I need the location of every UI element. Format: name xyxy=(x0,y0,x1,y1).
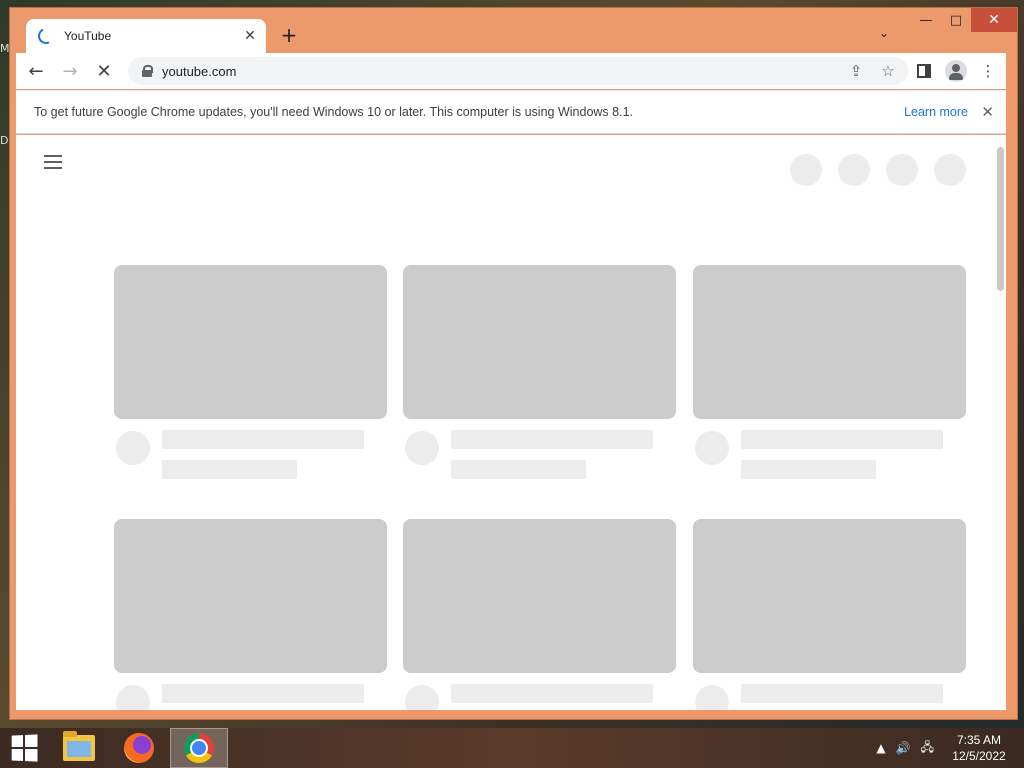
channel-avatar-placeholder xyxy=(116,685,150,710)
browser-toolbar: ← → ✕ youtube.com ⇪ ☆ ⋮ xyxy=(16,53,1006,89)
header-placeholder-circle xyxy=(838,154,870,186)
video-card-skeleton xyxy=(403,519,676,710)
back-button[interactable]: ← xyxy=(22,57,50,85)
windows-logo-icon xyxy=(11,734,38,762)
thumbnail-placeholder xyxy=(403,265,676,419)
channel-avatar-placeholder xyxy=(405,431,439,465)
infobar-close-icon[interactable]: ✕ xyxy=(981,103,994,121)
thumbnail-placeholder xyxy=(403,519,676,673)
start-button[interactable] xyxy=(0,728,48,768)
title-placeholder xyxy=(741,684,943,703)
update-infobar: To get future Google Chrome updates, you… xyxy=(16,90,1006,134)
clock-time: 7:35 AM xyxy=(956,733,1002,747)
network-icon[interactable]: 🖧 xyxy=(921,738,934,759)
title-placeholder xyxy=(162,684,364,703)
title-placeholder xyxy=(741,430,943,449)
thumbnail-placeholder xyxy=(114,265,387,419)
chrome-menu-button[interactable]: ⋮ xyxy=(976,57,1000,85)
video-card-skeleton xyxy=(403,265,676,479)
browser-window: YouTube ✕ + ⌄ — □ ✕ ← → ✕ youtube.com ⇪ … xyxy=(10,8,1017,719)
side-panel-button[interactable] xyxy=(912,57,936,85)
taskbar-firefox[interactable] xyxy=(110,728,168,768)
new-tab-button[interactable]: + xyxy=(278,25,300,47)
file-explorer-icon xyxy=(63,731,95,761)
infobar-message: To get future Google Chrome updates, you… xyxy=(34,105,633,119)
video-card-skeleton xyxy=(693,265,966,479)
header-placeholders xyxy=(790,154,966,186)
profile-avatar-icon xyxy=(945,60,967,82)
stop-loading-button[interactable]: ✕ xyxy=(90,57,118,85)
url-text[interactable]: youtube.com xyxy=(162,64,236,79)
show-hidden-icons-icon[interactable]: ▲ xyxy=(876,741,885,755)
channel-avatar-placeholder xyxy=(405,685,439,710)
tab-title: YouTube xyxy=(64,29,112,43)
scrollbar-thumb[interactable] xyxy=(997,147,1004,291)
taskbar: ▲ 🔊 🖧 7:35 AM 12/5/2022 xyxy=(0,728,1024,768)
page-scrollbar[interactable] xyxy=(994,135,1006,710)
toolbar-actions: ⋮ xyxy=(912,57,1000,85)
header-placeholder-circle xyxy=(934,154,966,186)
volume-icon[interactable]: 🔊 xyxy=(896,741,911,755)
forward-button[interactable]: → xyxy=(56,57,84,85)
title-bar: YouTube ✕ + ⌄ — □ ✕ xyxy=(10,8,1017,53)
side-panel-icon xyxy=(917,64,931,78)
thumbnail-placeholder xyxy=(693,265,966,419)
lock-icon[interactable] xyxy=(142,65,153,77)
tab-search-button[interactable]: ⌄ xyxy=(876,26,892,42)
omnibox-actions: ⇪ ☆ xyxy=(846,61,898,81)
taskbar-file-explorer[interactable] xyxy=(50,728,108,768)
share-icon[interactable]: ⇪ xyxy=(846,61,866,81)
thumbnail-placeholder xyxy=(693,519,966,673)
thumbnail-placeholder xyxy=(114,519,387,673)
close-window-button[interactable]: ✕ xyxy=(971,8,1017,32)
taskbar-chrome[interactable] xyxy=(170,728,228,768)
chrome-icon xyxy=(184,733,214,763)
profile-button[interactable] xyxy=(944,57,968,85)
menu-hamburger-icon[interactable] xyxy=(44,155,62,169)
page-content xyxy=(16,135,1006,710)
header-placeholder-circle xyxy=(790,154,822,186)
subtitle-placeholder xyxy=(741,460,876,479)
system-tray: ▲ 🔊 🖧 7:35 AM 12/5/2022 xyxy=(876,728,1024,768)
title-placeholder xyxy=(162,430,364,449)
minimize-button[interactable]: — xyxy=(911,8,941,32)
taskbar-clock[interactable]: 7:35 AM 12/5/2022 xyxy=(944,732,1014,764)
desktop-edge-text: D xyxy=(0,134,9,147)
firefox-icon xyxy=(124,733,154,763)
header-placeholder-circle xyxy=(886,154,918,186)
maximize-button[interactable]: □ xyxy=(941,8,971,32)
bookmark-star-icon[interactable]: ☆ xyxy=(878,61,898,81)
tab-close-icon[interactable]: ✕ xyxy=(242,28,258,44)
channel-avatar-placeholder xyxy=(695,431,729,465)
loading-spinner-icon xyxy=(35,25,57,47)
tab-youtube[interactable]: YouTube ✕ xyxy=(26,19,266,53)
channel-avatar-placeholder xyxy=(116,431,150,465)
desktop-edge-text: M xyxy=(0,42,10,55)
video-card-skeleton xyxy=(114,265,387,479)
title-placeholder xyxy=(451,430,653,449)
channel-avatar-placeholder xyxy=(695,685,729,710)
clock-date: 12/5/2022 xyxy=(952,749,1006,763)
video-card-skeleton xyxy=(693,519,966,710)
subtitle-placeholder xyxy=(451,460,586,479)
window-controls: — □ ✕ xyxy=(911,8,1017,32)
video-card-skeleton xyxy=(114,519,387,710)
address-bar[interactable]: youtube.com ⇪ ☆ xyxy=(128,57,908,85)
subtitle-placeholder xyxy=(162,460,297,479)
title-placeholder xyxy=(451,684,653,703)
learn-more-link[interactable]: Learn more xyxy=(904,105,968,119)
